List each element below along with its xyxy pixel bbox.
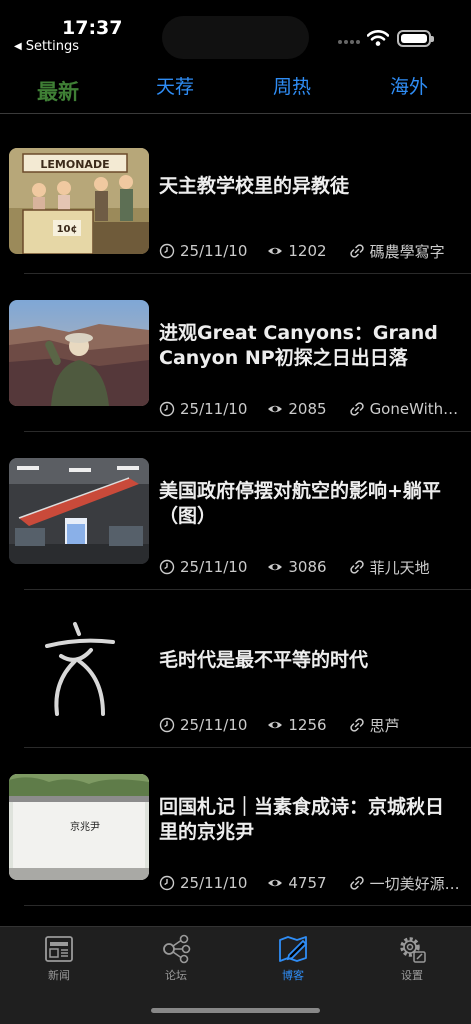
article-thumbnail [9,300,149,406]
link-icon [349,560,364,574]
home-indicator[interactable] [151,1008,320,1013]
blog-icon [279,936,308,962]
newspaper-icon [45,936,73,962]
clock-icon [159,875,175,891]
settings-icon [400,937,426,963]
article-title: 毛时代是最不平等的时代 [159,649,369,671]
article-author[interactable]: 一切美好源于… [370,873,464,894]
article-views: 1202 [288,242,327,260]
link-icon [349,244,364,258]
article-author[interactable]: GoneWithWi… [370,400,464,418]
eye-icon [268,563,283,571]
nav-forum-label: 论坛 [165,969,187,982]
clock-icon [159,717,175,733]
article-thumbnail: LEMONADE 10¢ [9,148,149,254]
article-thumbnail [9,458,149,564]
tab-overseas[interactable]: 海外 [390,72,428,99]
article-title: 进观Great Canyons：Grand Canyon NP初探之日出日落 [159,322,438,369]
article-list: LEMONADE 10¢ 天主教学校里的异教徒 25/11/10 1202 碼農… [0,116,471,926]
article-date: 25/11/10 [180,400,248,418]
article-author[interactable]: 思芦 [370,715,400,736]
dynamic-island [162,16,309,59]
wifi-icon [367,30,389,46]
article-date: 25/11/10 [180,242,248,260]
article-author[interactable]: 菲儿天地 [370,557,430,578]
article-thumbnail: 京兆尹 [9,774,149,880]
article-meta: 25/11/10 2085 GoneWithWi… [159,399,464,419]
article-meta: 25/11/10 1202 碼農學寫字 [159,241,464,261]
article-meta: 25/11/10 4757 一切美好源于… [159,873,464,893]
article-views: 1256 [288,716,327,734]
eye-icon [268,879,283,887]
article-meta: 25/11/10 1256 思芦 [159,715,464,735]
category-tabs: 最新 天荐 周热 海外 [0,68,471,114]
article-views: 2085 [288,400,327,418]
article-date: 25/11/10 [180,716,248,734]
status-bar: 17:37 ◀ Settings [0,0,471,60]
link-icon [349,402,364,416]
eye-icon [268,405,283,413]
app-screen: 17:37 ◀ Settings 最新 天荐 周热 海外 LEMONADE 10… [0,0,471,1024]
clock-icon [159,243,175,259]
status-time: 17:37 [62,17,123,39]
back-label: Settings [25,39,80,54]
article-item[interactable]: 京兆尹 回国札记｜当素食成诗：京城秋日里的京兆尹 25/11/10 4757 一… [0,748,471,906]
eye-icon [268,247,283,255]
article-meta: 25/11/10 3086 菲儿天地 [159,557,464,577]
clock-icon [159,401,175,417]
nav-settings[interactable]: 设置 [372,933,452,983]
article-item[interactable]: 进观Great Canyons：Grand Canyon NP初探之日出日落 2… [0,274,471,432]
forum-icon [163,934,191,964]
article-title: 美国政府停摆对航空的影响+躺平（图） [159,480,441,527]
article-item[interactable]: 毛时代是最不平等的时代 25/11/10 1256 思芦 [0,590,471,748]
clock-icon [159,559,175,575]
link-icon [349,718,364,732]
cellular-signal-icon [338,40,360,44]
article-item[interactable]: LEMONADE 10¢ 天主教学校里的异教徒 25/11/10 1202 碼農… [0,116,471,274]
tab-weekly-hot[interactable]: 周热 [273,72,311,99]
article-views: 4757 [288,874,327,892]
nav-forum[interactable]: 论坛 [136,933,216,983]
article-thumbnail [9,616,149,722]
article-title: 天主教学校里的异教徒 [159,175,350,197]
eye-icon [268,721,283,729]
article-date: 25/11/10 [180,558,248,576]
tab-latest[interactable]: 最新 [37,76,79,106]
article-author[interactable]: 碼農學寫字 [370,241,445,262]
svg-text:LEMONADE: LEMONADE [40,158,109,171]
back-to-settings-link[interactable]: ◀ Settings [14,39,79,54]
svg-text:10¢: 10¢ [57,224,78,235]
link-icon [349,876,364,890]
nav-blog-label: 博客 [282,969,304,982]
nav-news-label: 新闻 [48,969,70,982]
nav-settings-label: 设置 [401,969,423,982]
article-views: 3086 [288,558,327,576]
battery-icon [397,30,434,47]
article-title: 回国札记｜当素食成诗：京城秋日里的京兆尹 [159,796,445,843]
svg-text:京兆尹: 京兆尹 [70,820,100,833]
back-arrow-icon: ◀ [14,41,22,52]
tab-recommended[interactable]: 天荐 [156,72,194,99]
article-item[interactable]: 美国政府停摆对航空的影响+躺平（图） 25/11/10 3086 菲儿天地 [0,432,471,590]
nav-blog[interactable]: 博客 [253,933,333,983]
article-date: 25/11/10 [180,874,248,892]
row-divider [24,905,471,906]
nav-news[interactable]: 新闻 [19,933,99,983]
